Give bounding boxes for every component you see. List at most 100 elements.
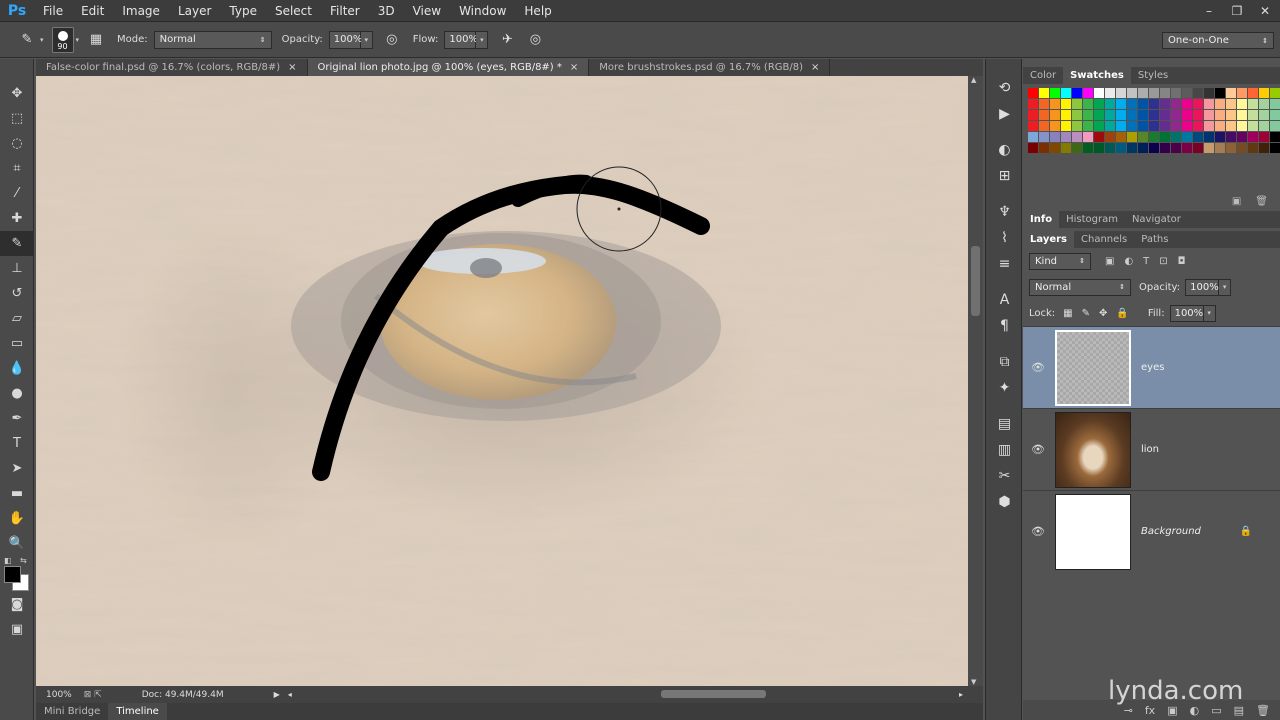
color-swatch[interactable] [1193,121,1203,131]
scroll-up-icon[interactable]: ▲ [971,76,976,84]
tab-info[interactable]: Info [1023,211,1060,228]
mode-select[interactable]: Normal ⇕ [153,30,272,49]
history-brush-tool-icon[interactable]: ↺ [0,281,34,306]
color-swatch[interactable] [1039,88,1049,98]
color-swatch[interactable] [1182,99,1192,109]
color-swatch[interactable] [1028,143,1038,153]
color-swatch[interactable] [1182,132,1192,142]
color-swatch[interactable] [1094,132,1104,142]
color-swatch[interactable] [1215,88,1225,98]
color-swatch[interactable] [1270,121,1280,131]
color-swatch[interactable] [1083,99,1093,109]
color-swatch[interactable] [1226,132,1236,142]
screen-mode-icon[interactable]: ▣ [0,617,34,642]
color-swatch[interactable] [1083,110,1093,120]
opacity-slider-toggle[interactable]: ▾ [360,30,373,49]
color-swatch[interactable] [1226,88,1236,98]
color-swatch[interactable] [1160,143,1170,153]
color-swatch[interactable] [1237,132,1247,142]
color-swatch[interactable] [1259,99,1269,109]
menu-file[interactable]: File [34,0,72,22]
visibility-eye-icon[interactable]: 👁 [1023,443,1053,456]
minimize-button[interactable]: – [1202,4,1216,18]
status-menu-arrow-icon[interactable]: ▶ [274,690,280,699]
color-swatch[interactable] [1226,110,1236,120]
color-swatch[interactable] [1248,143,1258,153]
color-swatch[interactable] [1171,99,1181,109]
color-swatch[interactable] [1028,88,1038,98]
color-swatch[interactable] [1039,132,1049,142]
color-swatch[interactable] [1215,121,1225,131]
color-swatch[interactable] [1116,132,1126,142]
color-swatch[interactable] [1072,143,1082,153]
color-swatch[interactable] [1193,88,1203,98]
color-swatch[interactable] [1138,88,1148,98]
default-colors-icon[interactable]: ◧ [4,556,12,565]
filter-type-icons[interactable]: ▣◐T⊡◘ [1105,256,1196,267]
color-swatch[interactable] [1215,99,1225,109]
info-doc-icon[interactable]: ▥ [986,437,1023,463]
color-swatch[interactable] [1083,132,1093,142]
color-swatch[interactable] [1127,121,1137,131]
color-swatch[interactable] [1182,88,1192,98]
color-swatch[interactable] [1138,99,1148,109]
color-swatch[interactable] [1204,132,1214,142]
notes-icon[interactable]: ▤ [986,411,1023,437]
color-swatch[interactable] [1105,132,1115,142]
color-swatch[interactable] [1149,88,1159,98]
color-swatch[interactable] [1094,143,1104,153]
color-swatch[interactable] [1050,132,1060,142]
color-swatch[interactable] [1215,110,1225,120]
layer-lion[interactable]: 👁 lion [1023,408,1280,490]
color-swatch[interactable] [1083,88,1093,98]
brush-panel-toggle-icon[interactable]: ▦ [85,29,107,51]
color-swatch[interactable] [1083,143,1093,153]
vertical-scroll-thumb[interactable] [971,246,980,316]
menu-image[interactable]: Image [113,0,169,22]
tab-swatches[interactable]: Swatches [1063,67,1131,84]
path-selection-tool-icon[interactable]: ➤ [0,456,34,481]
menu-view[interactable]: View [404,0,450,22]
color-swatch[interactable] [1270,88,1280,98]
color-swatch[interactable] [1149,121,1159,131]
3d-icon[interactable]: ⬢ [986,489,1023,515]
pen-tool-icon[interactable]: ✒ [0,406,34,431]
status-icons[interactable]: ⊠ ⇱ [84,690,102,700]
color-swatch[interactable] [1050,88,1060,98]
color-swatch[interactable] [1028,132,1038,142]
color-swatch[interactable] [1215,143,1225,153]
color-swatch[interactable] [1138,132,1148,142]
brush-panel-icon[interactable]: ⌇ [986,225,1023,251]
color-swatch[interactable] [1248,88,1258,98]
color-swatch[interactable] [1050,143,1060,153]
character-icon[interactable]: A [986,287,1023,313]
flow-input[interactable]: 100% [444,30,478,49]
color-swatch[interactable] [1237,121,1247,131]
color-swatch[interactable] [1061,143,1071,153]
color-swatch[interactable] [1072,88,1082,98]
scroll-down-icon[interactable]: ▼ [971,678,976,686]
color-swatch[interactable] [1160,88,1170,98]
color-swatch[interactable] [1248,99,1258,109]
close-icon[interactable]: × [288,62,296,73]
color-swatch[interactable] [1149,132,1159,142]
close-icon[interactable]: × [570,62,578,73]
document-canvas[interactable] [36,76,968,686]
menu-edit[interactable]: Edit [72,0,113,22]
brush-tool-preset-icon[interactable]: ✎ [16,29,38,51]
color-swatch[interactable] [1160,110,1170,120]
color-swatch[interactable] [1171,88,1181,98]
color-swatch[interactable] [1050,99,1060,109]
swap-colors-icon[interactable]: ⇆ [20,556,27,565]
close-icon[interactable]: × [811,62,819,73]
tab-navigator[interactable]: Navigator [1125,211,1188,228]
color-swatch[interactable] [1105,88,1115,98]
tool-presets-icon[interactable]: ✂ [986,463,1023,489]
color-swatch[interactable] [1094,121,1104,131]
menu-type[interactable]: Type [220,0,266,22]
color-swatch[interactable] [1039,121,1049,131]
color-swatch[interactable] [1248,110,1258,120]
tab-mini-bridge[interactable]: Mini Bridge [36,706,108,717]
visibility-eye-icon[interactable]: 👁 [1023,525,1053,538]
blend-mode-select[interactable]: Normal ⇕ [1029,278,1131,296]
